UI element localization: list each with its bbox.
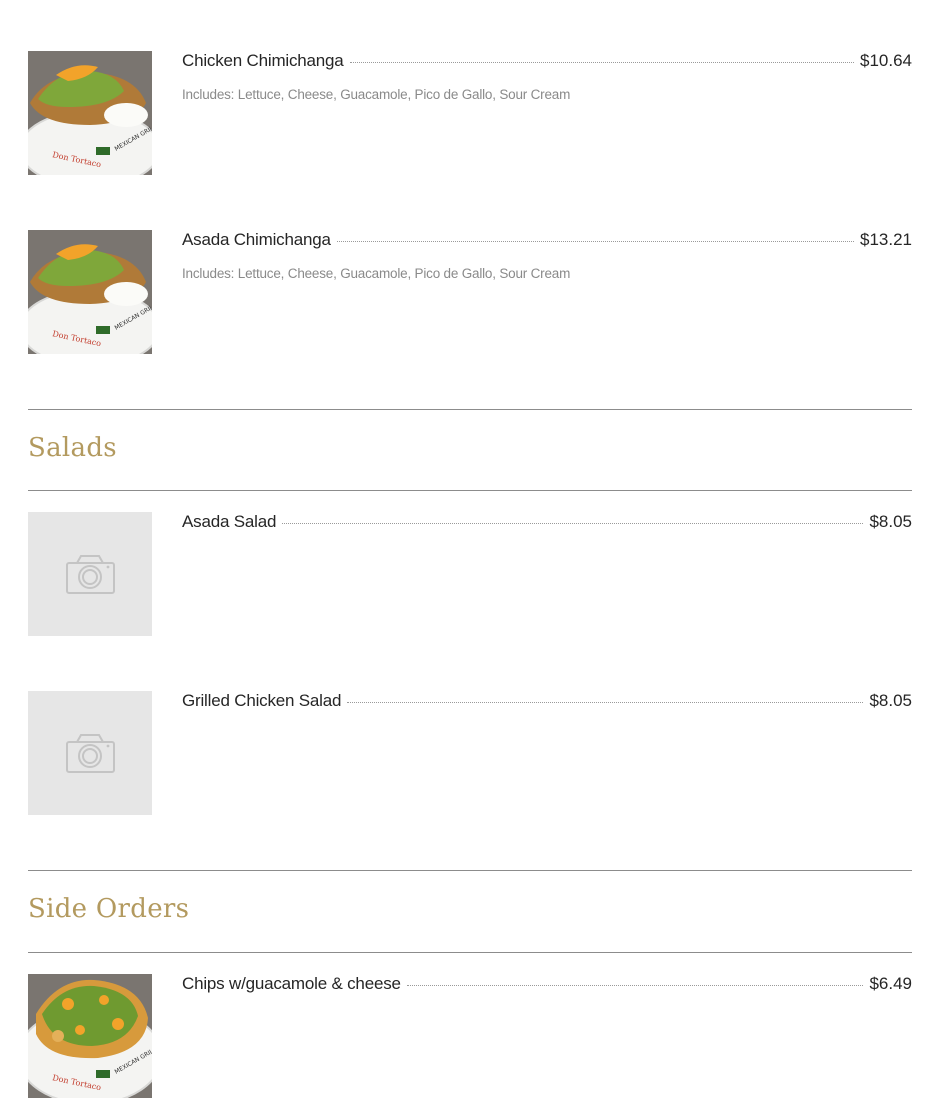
item-name: Chicken Chimichanga [182,51,344,70]
chimichanga-photo: Don Tortaco MEXICAN GRILL [28,51,152,175]
menu-item[interactable]: Don Tortaco MEXICAN GRILL Asada Chimicha… [28,230,912,354]
leader-dots [336,240,854,242]
section-title: Side Orders [28,894,190,924]
section-divider [28,952,912,953]
camera-icon [66,734,115,773]
leader-dots [349,61,854,63]
chimichanga-photo: Don Tortaco MEXICAN GRILL [28,230,152,354]
item-price: $13.21 [860,230,912,249]
item-name: Grilled Chicken Salad [182,691,342,710]
camera-icon [66,555,115,594]
leader-dots [282,522,864,524]
item-price: $8.05 [869,691,912,710]
leader-dots [406,984,864,986]
item-price: $8.05 [869,512,912,531]
nachos-photo: Don Tortaco MEXICAN GRILL [28,974,152,1098]
item-name: Asada Salad [182,512,277,531]
section-divider [28,490,912,491]
item-name: Asada Chimichanga [182,230,331,249]
menu-item[interactable]: Don Tortaco MEXICAN GRILL Chips w/guacam… [28,974,912,1098]
item-name: Chips w/guacamole & cheese [182,974,401,993]
item-price: $6.49 [869,974,912,993]
section-title: Salads [28,433,117,463]
section-divider [28,409,912,410]
menu-item[interactable]: Grilled Chicken Salad $8.05 [28,691,912,815]
item-price: $10.64 [860,51,912,70]
leader-dots [347,701,864,703]
menu-item[interactable]: Don Tortaco MEXICAN GRILL Chicken Chimic… [28,51,912,175]
section-divider [28,870,912,871]
item-description: Includes: Lettuce, Cheese, Guacamole, Pi… [182,87,571,102]
item-description: Includes: Lettuce, Cheese, Guacamole, Pi… [182,266,571,281]
menu-item[interactable]: Asada Salad $8.05 [28,512,912,636]
camera-placeholder [28,512,152,636]
camera-placeholder [28,691,152,815]
